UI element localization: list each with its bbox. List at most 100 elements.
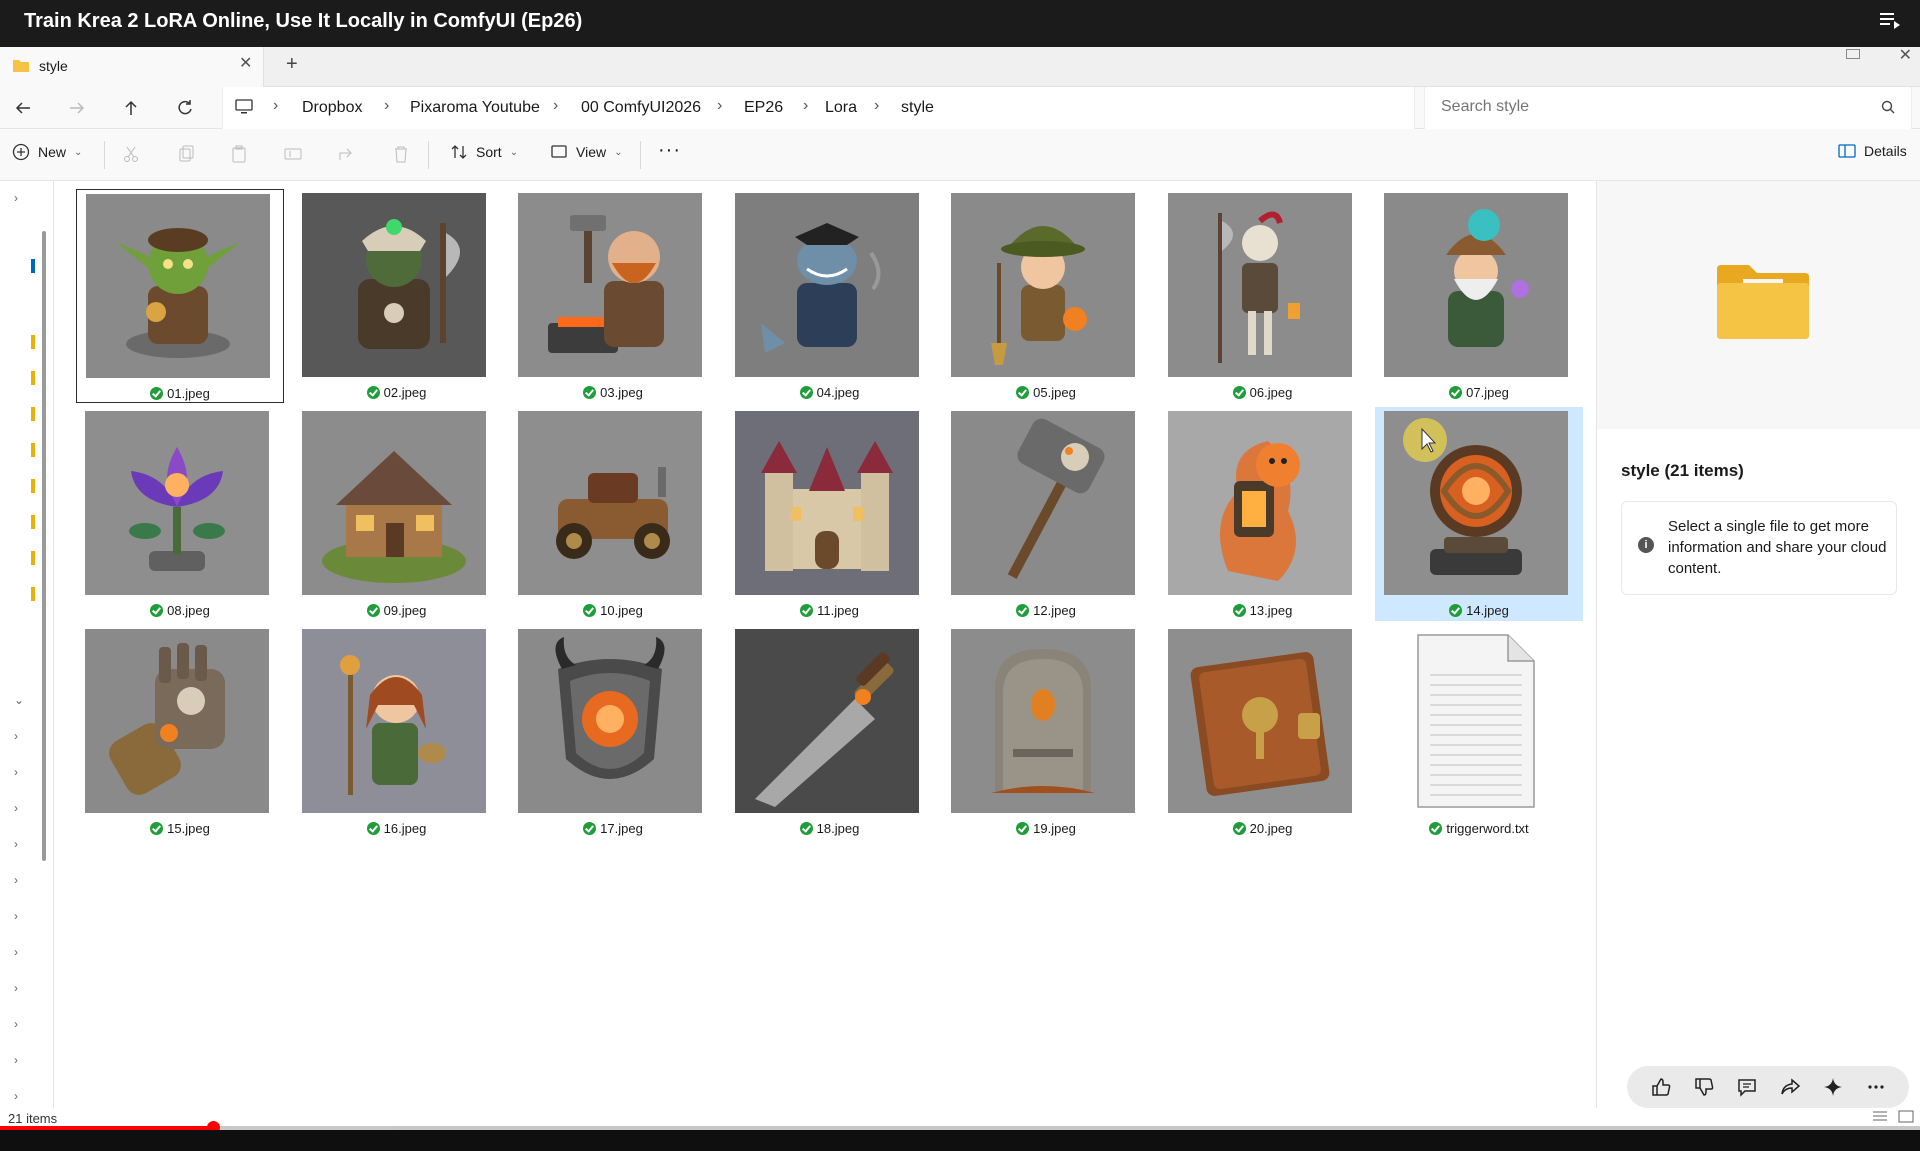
file-tile[interactable]: 02.jpeg [293, 189, 501, 403]
file-name: 08.jpeg [76, 603, 284, 618]
breadcrumb-ep26[interactable]: EP26 [744, 99, 783, 117]
details-view-toggle-icon[interactable] [1872, 1110, 1888, 1124]
nav-scrollbar[interactable] [42, 231, 46, 861]
nav-item-marker[interactable] [31, 551, 35, 565]
breadcrumb[interactable]: › Dropbox › Pixaroma Youtube › 00 ComfyU… [222, 87, 1415, 129]
share-icon[interactable] [336, 143, 358, 165]
file-tile[interactable]: 09.jpeg [293, 407, 501, 621]
new-button[interactable]: New ⌄ [12, 143, 82, 161]
image-thumbnail [734, 629, 919, 813]
file-name: 04.jpeg [726, 385, 934, 400]
file-tile[interactable]: 13.jpeg [1159, 407, 1367, 621]
mouse-cursor [1402, 417, 1448, 468]
restore-window-icon[interactable] [1846, 49, 1860, 59]
file-tile[interactable]: 05.jpeg [942, 189, 1150, 403]
comments-icon[interactable] [1734, 1074, 1760, 1100]
copy-icon[interactable] [174, 143, 196, 165]
file-tile[interactable]: 06.jpeg [1159, 189, 1367, 403]
image-thumbnail [301, 411, 486, 595]
breadcrumb-dropbox[interactable]: Dropbox [302, 99, 362, 117]
file-tile[interactable]: 18.jpeg [726, 625, 934, 839]
refresh-button[interactable] [170, 93, 200, 123]
file-tile[interactable]: 10.jpeg [509, 407, 717, 621]
file-tile[interactable]: 16.jpeg [293, 625, 501, 839]
nav-item-marker[interactable] [31, 515, 35, 529]
file-tile[interactable]: 19.jpeg [942, 625, 1150, 839]
chevron-right-icon[interactable]: › [14, 837, 18, 851]
file-tile[interactable]: 17.jpeg [509, 625, 717, 839]
file-tile[interactable]: 07.jpeg [1375, 189, 1583, 403]
file-name-text: 18.jpeg [816, 821, 860, 836]
up-button[interactable] [116, 93, 146, 123]
nav-item-marker[interactable] [31, 407, 35, 421]
file-name: 17.jpeg [509, 821, 717, 836]
chevron-right-icon[interactable]: › [14, 873, 18, 887]
view-button[interactable]: View ⌄ [550, 143, 622, 161]
file-name: 15.jpeg [76, 821, 284, 836]
large-icons-view-toggle-icon[interactable] [1898, 1110, 1914, 1124]
sparkle-icon[interactable] [1820, 1074, 1846, 1100]
nav-item-marker[interactable] [31, 587, 35, 601]
file-name: 02.jpeg [293, 385, 501, 400]
file-tile[interactable]: 04.jpeg [726, 189, 934, 403]
nav-item-marker[interactable] [31, 479, 35, 493]
chevron-right-icon[interactable]: › [14, 729, 18, 743]
file-tile[interactable]: 01.jpeg [76, 189, 284, 403]
file-tile[interactable]: 11.jpeg [726, 407, 934, 621]
file-tile[interactable]: 03.jpeg [509, 189, 717, 403]
playlist-icon[interactable] [1874, 6, 1904, 36]
chevron-right-icon[interactable]: › [14, 1017, 18, 1031]
file-name: 12.jpeg [942, 603, 1150, 618]
chevron-right-icon[interactable]: › [14, 981, 18, 995]
this-pc-icon[interactable] [235, 99, 253, 120]
chevron-right-icon[interactable]: › [14, 765, 18, 779]
sync-status-icon [366, 386, 380, 399]
nav-item-marker[interactable] [31, 443, 35, 457]
close-window-icon[interactable]: ✕ [1899, 45, 1912, 65]
breadcrumb-pixaroma-youtube[interactable]: Pixaroma Youtube [410, 99, 540, 117]
file-tile[interactable]: 20.jpeg [1159, 625, 1367, 839]
breadcrumb-style[interactable]: style [901, 99, 934, 117]
file-name: 05.jpeg [942, 385, 1150, 400]
file-name: 01.jpeg [77, 386, 283, 401]
share-icon[interactable] [1777, 1074, 1803, 1100]
new-tab-button[interactable]: + [286, 53, 298, 76]
sort-button[interactable]: Sort ⌄ [450, 143, 518, 161]
file-tile[interactable]: 08.jpeg [76, 407, 284, 621]
back-button[interactable] [8, 93, 38, 123]
paste-icon[interactable] [228, 143, 250, 165]
details-button[interactable]: Details [1838, 143, 1907, 159]
nav-item-marker[interactable] [31, 335, 35, 349]
rename-icon[interactable] [282, 143, 304, 165]
file-tile[interactable]: triggerword.txt [1375, 625, 1583, 839]
details-info-text: Select a single file to get more informa… [1668, 518, 1887, 577]
nav-item-marker[interactable] [31, 371, 35, 385]
more-icon[interactable] [1863, 1074, 1889, 1100]
like-icon[interactable] [1648, 1074, 1674, 1100]
file-tile[interactable]: 15.jpeg [76, 625, 284, 839]
forward-button[interactable] [62, 93, 92, 123]
sync-status-icon [799, 822, 813, 835]
file-name: 13.jpeg [1159, 603, 1367, 618]
chevron-right-icon[interactable]: › [14, 1089, 18, 1103]
search-input[interactable] [1441, 98, 1861, 116]
chevron-right-icon[interactable]: › [14, 191, 18, 205]
delete-icon[interactable] [390, 143, 412, 165]
more-options-button[interactable]: ··· [658, 139, 681, 162]
breadcrumb-lora[interactable]: Lora [825, 99, 857, 117]
chevron-right-icon[interactable]: › [14, 945, 18, 959]
chevron-down-icon[interactable]: ⌄ [14, 693, 24, 707]
search-box[interactable] [1424, 87, 1912, 129]
dislike-icon[interactable] [1691, 1074, 1717, 1100]
cut-icon[interactable] [120, 143, 142, 165]
chevron-right-icon[interactable]: › [14, 801, 18, 815]
search-icon[interactable] [1881, 100, 1895, 119]
close-icon[interactable]: ✕ [239, 53, 252, 73]
file-tile[interactable]: 12.jpeg [942, 407, 1150, 621]
tab-style[interactable]: style ✕ [0, 47, 264, 87]
nav-item-marker[interactable] [31, 259, 35, 273]
chevron-right-icon[interactable]: › [14, 1053, 18, 1067]
chevron-right-icon[interactable]: › [14, 909, 18, 923]
file-name-text: 11.jpeg [817, 603, 859, 618]
breadcrumb-comfyui2026[interactable]: 00 ComfyUI2026 [581, 99, 701, 117]
